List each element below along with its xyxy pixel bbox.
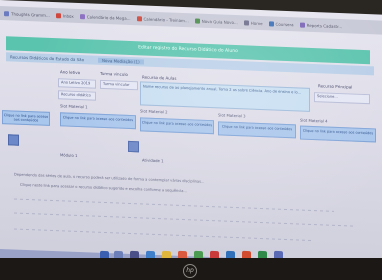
slot-button-2[interactable]: Clique no link para acesso aos conteúdos — [60, 112, 136, 130]
divider — [14, 228, 314, 242]
column-header-recurso: Recurso de Aulas — [142, 74, 177, 81]
turma-field[interactable]: Turma vincular — [100, 79, 138, 91]
bookmark-8[interactable]: Reports Cadastr... — [299, 22, 342, 29]
slot-button-4[interactable]: Clique no link para acesso aos conteúdos — [218, 121, 296, 139]
report-icon — [299, 22, 305, 28]
tab-icon — [194, 17, 200, 24]
coursera-icon — [268, 20, 274, 27]
gmail-icon — [55, 12, 61, 18]
column-header-principal: Recurso Principal — [318, 83, 353, 90]
bookmark-6[interactable]: Home — [243, 19, 263, 26]
slot-button-5[interactable]: Clique no link para acesso aos conteúdos — [300, 125, 376, 143]
recurso-description-field[interactable]: Nome recurso de ao planejamento anual, T… — [140, 81, 310, 112]
resource-thumbnail-icon[interactable] — [128, 140, 139, 153]
column-header-turma: Turma vinculo — [100, 70, 128, 77]
hp-logo: hp — [183, 264, 197, 278]
bookmark-3[interactable]: Calendário da Mega... — [79, 13, 131, 21]
slot-label-3: Slot Material 3 — [218, 112, 246, 119]
under-label-1: Módulo 1 — [60, 152, 78, 158]
recurso-principal-select[interactable]: Selecione... — [314, 92, 370, 105]
info-note-1: Dependendo das séries de aula, o recurso… — [14, 172, 205, 184]
slot-button-1[interactable]: Clique no link para acesso aos conteúdos — [2, 110, 50, 126]
resource-thumbnail-icon[interactable] — [8, 134, 19, 146]
recurso-field[interactable]: Recurso didático — [58, 90, 96, 101]
calendar-icon — [79, 13, 85, 19]
slot-label-2: Slot Material 2 — [140, 108, 168, 115]
divider — [14, 198, 334, 212]
slot-label-1: Slot Material 1 — [60, 103, 88, 110]
column-header-ano: Ano letivo — [60, 69, 81, 76]
bookmark-5[interactable]: Nova Guia Novo... — [194, 17, 238, 25]
screen: Thoughts Gramm... Inbox Calendário da Me… — [0, 0, 382, 271]
bookmark-2[interactable]: Inbox — [55, 12, 74, 18]
home-icon — [243, 19, 249, 26]
tab-recursos[interactable]: Recursos Didáticos do Estado da São — [10, 54, 84, 62]
tab-nova-mediacao[interactable]: Nova Mediação (1) — [98, 57, 144, 65]
slot-label-4: Slot Material 4 — [300, 117, 328, 124]
under-label-2: Atividade 1 — [142, 157, 164, 164]
info-note-2: Clique neste link para acessar o recurso… — [20, 182, 187, 194]
bookmark-1[interactable]: Thoughts Gramm... — [4, 10, 50, 17]
bookmark-4[interactable]: Calendário - Treinam... — [136, 15, 189, 23]
slot-button-3[interactable]: Clique no link para acesso aos conteúdos — [140, 117, 214, 135]
divider — [14, 212, 354, 227]
bookmark-icon — [4, 10, 9, 16]
calendar-icon — [136, 15, 142, 21]
bookmarks-bar: Thoughts Gramm... Inbox Calendário da Me… — [0, 6, 382, 35]
bookmark-7[interactable]: Coursera — [268, 20, 294, 27]
ano-letivo-field[interactable]: Ano Letivo 2019 — [58, 78, 96, 89]
